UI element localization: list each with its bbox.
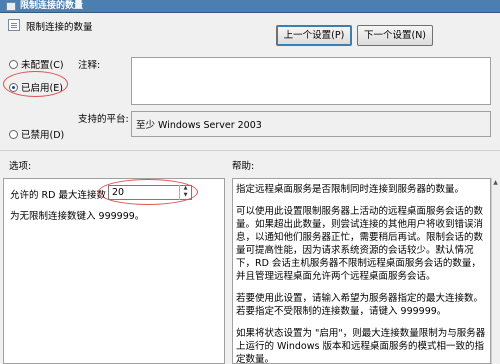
- options-heading: 选项:: [9, 161, 32, 172]
- radio-button-icon[interactable]: [9, 59, 18, 69]
- help-heading: 帮助:: [232, 161, 255, 172]
- previous-setting-button[interactable]: 上一个设置(P): [276, 25, 352, 46]
- help-paragraph: 可以使用此设置限制服务器上活动的远程桌面服务会话的数量。如果超出此数量，则尝试连…: [236, 206, 484, 282]
- policy-setting-icon: [8, 19, 20, 31]
- help-scrollbar[interactable]: [491, 178, 500, 364]
- comment-textarea[interactable]: [131, 57, 491, 105]
- setting-title: 限制连接的数量: [26, 22, 93, 33]
- radio-label: 已禁用(D): [21, 130, 65, 141]
- comment-label: 注释:: [78, 60, 101, 71]
- supported-platform-value: 至少 Windows Server 2003: [131, 111, 491, 137]
- radio-not-configured[interactable]: 未配置(C): [9, 57, 64, 71]
- scroll-up-icon[interactable]: ▲: [491, 178, 500, 187]
- radio-button-icon[interactable]: [9, 129, 18, 139]
- max-connections-label: 允许的 RD 最大连接数: [10, 190, 106, 201]
- annotation-circle: [3, 71, 68, 97]
- window-icon: [6, 2, 16, 11]
- help-panel: 指定远程桌面服务是否限制同时连接到服务器的数量。 可以使用此设置限制服务器上活动…: [232, 178, 491, 364]
- next-setting-button[interactable]: 下一个设置(N): [357, 25, 433, 46]
- options-panel: [3, 178, 225, 364]
- radio-disabled[interactable]: 已禁用(D): [9, 127, 64, 141]
- annotation-circle: [98, 179, 198, 205]
- unlimited-note: 为无限制连接数键入 999999。: [10, 211, 145, 222]
- help-paragraph: 指定远程桌面服务是否限制同时连接到服务器的数量。: [236, 184, 465, 195]
- supported-platform-label: 支持的平台:: [78, 114, 129, 125]
- help-paragraph: 若要使用此设置，请输入希望为服务器指定的最大连接数。若要指定不受限制的连接数量，…: [236, 293, 484, 317]
- radio-label: 未配置(C): [21, 60, 64, 71]
- title-bar: 限制连接的数量: [0, 0, 500, 13]
- window-title: 限制连接的数量: [20, 1, 84, 11]
- divider: [0, 150, 500, 151]
- help-paragraph: 如果将状态设置为 "启用"，则最大连接数量限制为与服务器上运行的 Windows…: [236, 328, 486, 364]
